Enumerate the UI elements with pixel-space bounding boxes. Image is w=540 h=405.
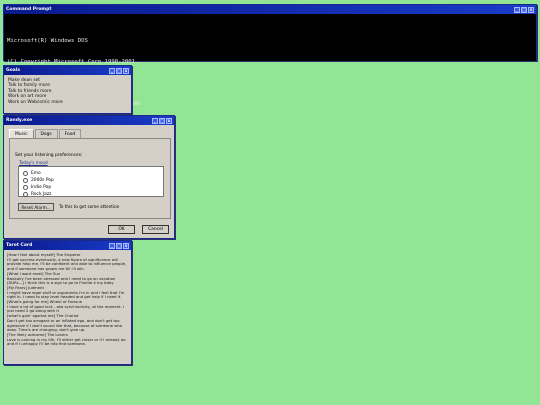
radio-icon <box>23 171 28 176</box>
mood-group-label: Today's mood <box>18 160 49 165</box>
radio-icon <box>23 178 28 183</box>
tarot-titlebar[interactable]: Tarot Card _ □ x <box>4 241 131 250</box>
minimize-button[interactable]: _ <box>152 117 158 124</box>
radio-icon <box>23 185 28 190</box>
list-item: Work on Webcomic more <box>8 99 63 105</box>
maximize-button[interactable]: □ <box>159 117 165 124</box>
cancel-button[interactable]: Cancel <box>142 225 169 234</box>
option-label: 2000s Pop <box>31 178 54 183</box>
option-label: Indie Pop <box>31 185 52 190</box>
radio-icon <box>23 192 28 197</box>
radio-option-2000s-pop[interactable]: 2000s Pop <box>19 177 163 184</box>
window-title: Randy.exe <box>6 118 33 123</box>
maximize-button[interactable]: □ <box>116 67 122 74</box>
command-prompt-titlebar[interactable]: Command Prompt _ □ x <box>4 5 536 14</box>
reset-alarm-button[interactable]: Reset Alarm... <box>18 203 54 211</box>
option-label: Rock Jazz <box>31 192 52 197</box>
console-output[interactable]: Microsoft(R) Windows DOS (C) Copyright M… <box>4 14 536 107</box>
close-button[interactable]: x <box>166 117 172 124</box>
radio-option-indie-pop[interactable]: Indie Pop <box>19 184 163 191</box>
close-button[interactable]: x <box>123 242 129 249</box>
window-title: Goals <box>6 68 21 73</box>
window-title: Command Prompt <box>6 7 52 12</box>
command-prompt-window: Command Prompt _ □ x Microsoft(R) Window… <box>3 4 537 107</box>
reset-hint-text: To this to get some attention <box>59 204 120 209</box>
radio-option-rock-jazz[interactable]: Rock Jazz <box>19 191 163 198</box>
tab-food[interactable]: Food <box>58 129 82 138</box>
console-line: Microsoft(R) Windows DOS <box>7 38 88 44</box>
tab-dogs[interactable]: Dogs <box>34 129 58 138</box>
radio-option-emo[interactable]: Emo <box>19 170 163 177</box>
reading-line: and if I unhappy I'll be into find someo… <box>7 341 87 347</box>
ok-button[interactable]: OK <box>108 225 135 234</box>
window-title: Tarot Card <box>6 243 33 248</box>
close-button[interactable]: x <box>528 6 534 13</box>
tarot-card-window: Tarot Card _ □ x [How I feel about mysel… <box>3 240 132 365</box>
music-tab-panel: Set your listening preferences: Emo 2000… <box>9 138 171 219</box>
minimize-button[interactable]: _ <box>109 67 115 74</box>
maximize-button[interactable]: □ <box>521 6 527 13</box>
option-label: Emo <box>31 171 41 176</box>
goals-window: Goals _ □ x Make dean set Talk to family… <box>3 65 132 114</box>
randy-dialog-window: Randy.exe _ □ x Music Dogs Food Set your… <box>3 115 175 239</box>
preferences-prompt: Set your listening preferences: <box>15 153 83 158</box>
minimize-button[interactable]: _ <box>109 242 115 249</box>
goals-list: Make dean set Talk to family more Talk t… <box>4 75 131 108</box>
maximize-button[interactable]: □ <box>116 242 122 249</box>
tab-strip: Music Dogs Food <box>9 129 174 138</box>
goals-titlebar[interactable]: Goals _ □ x <box>4 66 131 75</box>
randy-titlebar[interactable]: Randy.exe _ □ x <box>4 116 174 125</box>
tarot-reading-text: [How I feel about myself] The Emperor I'l… <box>4 250 131 350</box>
minimize-button[interactable]: _ <box>514 6 520 13</box>
mood-radio-group: Emo 2000s Pop Indie Pop Rock Jazz <box>18 166 164 197</box>
close-button[interactable]: x <box>123 67 129 74</box>
tab-music[interactable]: Music <box>9 129 34 138</box>
